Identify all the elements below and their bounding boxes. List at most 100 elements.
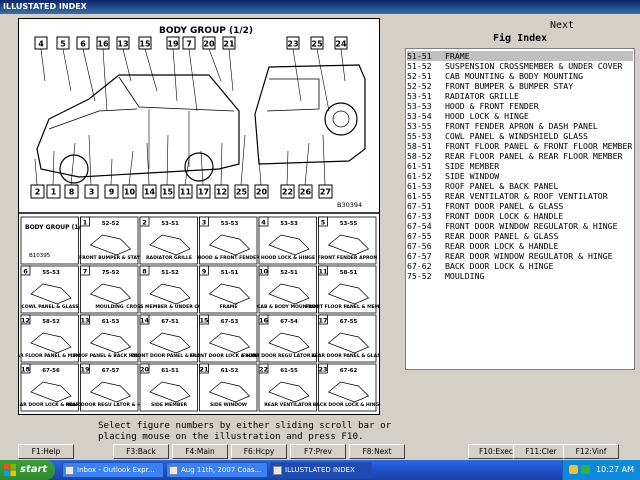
leader-line xyxy=(102,48,108,112)
fig-index-item[interactable]: 67-57 REAR DOOR WINDOW REGULATOR & HINGE xyxy=(407,251,633,261)
next-label[interactable]: Next xyxy=(550,20,574,31)
application-window: ILLUSTATED INDEX BODY GROUP (1/2) 4 5 6 16 13… xyxy=(0,0,640,480)
fig-index-item[interactable]: 61-51 SIDE MEMBER xyxy=(407,161,633,171)
fkey-f3-button[interactable]: F3:Back xyxy=(113,444,169,459)
grid-cell-code: 53-51 xyxy=(161,221,179,227)
tray-shield-icon[interactable] xyxy=(569,465,578,474)
fkey-f7-button[interactable]: F7:Prev xyxy=(290,444,346,459)
fig-index-code: 52-52 xyxy=(407,81,432,91)
instruction-line-1: Select figure numbers by either sliding … xyxy=(98,420,392,431)
fig-index-item[interactable]: 67-55 REAR DOOR PANEL & GLASS xyxy=(407,231,633,241)
fig-index-item[interactable]: 67-53 FRONT DOOR LOCK & HANDLE xyxy=(407,211,633,221)
fig-index-item[interactable]: 53-51 RADIATOR GRILLE xyxy=(407,91,633,101)
callout-number: 1 xyxy=(51,188,57,197)
fig-index-item[interactable]: 67-56 REAR DOOR LOCK & HANDLE xyxy=(407,241,633,251)
grid-cell-code: 53-53 xyxy=(280,221,298,227)
tray-network-icon[interactable] xyxy=(581,465,590,474)
fig-index-item[interactable]: 67-54 FRONT DOOR WINDOW REGULATOR & HINGE xyxy=(407,221,633,231)
leader-line xyxy=(70,142,76,186)
callout-number: 12 xyxy=(216,188,227,197)
grid-cell-label: RADIATOR GRILLE xyxy=(146,255,192,261)
leader-line xyxy=(40,48,46,82)
fig-index-name: RADIATOR GRILLE xyxy=(445,91,519,101)
grid-cell-code: 52-51 xyxy=(280,270,298,276)
fig-index-item[interactable]: 52-51 CAB MOUNTING & BODY MOUNTING xyxy=(407,71,633,81)
fig-index-item[interactable]: 61-53 ROOF PANEL & BACK PANEL xyxy=(407,181,633,191)
grid-cell-number: 16 xyxy=(259,317,269,325)
callout-number: 8 xyxy=(69,188,75,197)
callout-number: 26 xyxy=(300,188,312,197)
fig-index-list[interactable]: 51-51 FRAME 51-52 SUSPENSION CROSSMEMBER & … xyxy=(405,48,635,370)
grid-cell-label: FRONT FLOOR PANEL & MEMBER xyxy=(305,304,380,310)
fkey-f12-button[interactable]: F12:Vinf xyxy=(563,444,619,459)
fig-index-item[interactable]: 55-53 COWL PANEL & WINDSHIELD GLASS xyxy=(407,131,633,141)
grid-cell-number: 18 xyxy=(21,366,31,374)
fig-index-item[interactable]: 61-52 SIDE WINDOW xyxy=(407,171,633,181)
fig-index-item[interactable]: 75-52 MOULDING xyxy=(407,271,633,281)
fig-index-item[interactable]: 52-52 FRONT BUMPER & BUMPER STAY xyxy=(407,81,633,91)
fkey-f6-button[interactable]: F6:Hcpy xyxy=(231,444,287,459)
fkey-f8-button[interactable]: F8:Next xyxy=(349,444,405,459)
fig-index-item[interactable]: 67-51 FRONT DOOR PANEL & GLASS xyxy=(407,201,633,211)
callout-number: 7 xyxy=(186,40,192,49)
fig-index-item[interactable]: 53-53 HOOD & FRONT FENDER xyxy=(407,101,633,111)
fig-index-item[interactable]: 51-52 SUSPENSION CROSSMEMBER & UNDER COVE… xyxy=(407,61,633,71)
start-button[interactable]: start xyxy=(0,460,55,480)
callout-number: 14 xyxy=(144,188,156,197)
fig-index-name: COWL PANEL & WINDSHIELD GLASS xyxy=(445,131,588,141)
start-label: start xyxy=(20,464,48,475)
fig-index-code: 51-52 xyxy=(407,61,432,71)
grid-cell-label: FRONT FENDER APRON xyxy=(318,255,378,261)
grid-cell-number: 7 xyxy=(83,268,88,276)
grid-cell-code: 53-55 xyxy=(340,221,358,227)
fig-index-title: Fig Index xyxy=(493,33,548,44)
leader-line xyxy=(62,48,72,92)
leader-line xyxy=(228,48,234,92)
grid-cell-code: 61-51 xyxy=(161,368,179,374)
grid-cell-code: 61-55 xyxy=(280,368,298,374)
grid-cell-number: 21 xyxy=(199,366,209,374)
fig-index-item[interactable]: 67-62 BACK DOOR LOCK & HINGE xyxy=(407,261,633,271)
grid-cell-number: 19 xyxy=(80,366,90,374)
window-title-bar[interactable]: ILLUSTATED INDEX xyxy=(0,0,640,14)
callout-number: 4 xyxy=(38,40,44,49)
fkey-f4-button[interactable]: F4:Main xyxy=(172,444,228,459)
leader-line xyxy=(286,150,289,186)
taskbar-item-outlook[interactable]: Inbox - Outlook Expr... xyxy=(62,462,164,478)
fkey-f1-button[interactable]: F1:Help xyxy=(18,444,74,459)
fig-index-code: 53-51 xyxy=(407,91,432,101)
fig-index-code: 55-53 xyxy=(407,131,432,141)
leader-line xyxy=(110,158,113,186)
taskbar-item-illustrated-index[interactable]: ILLUSTLATED INDEX xyxy=(270,462,372,478)
fig-index-code: 67-54 xyxy=(407,221,432,231)
grid-cell-code: 51-52 xyxy=(161,270,179,276)
grid-cell-code: 67-54 xyxy=(280,319,298,325)
leader-line xyxy=(122,48,132,82)
grid-cell-code: 67-56 xyxy=(42,368,60,374)
fig-index-item[interactable]: 58-51 FRONT FLOOR PANEL & FRONT FLOOR MEM… xyxy=(407,141,633,151)
fig-index-item[interactable]: 53-55 FRONT FENDER APRON & DASH PANEL xyxy=(407,121,633,131)
fig-index-item[interactable]: 51-51 FRAME xyxy=(407,51,633,61)
illustration-panel[interactable]: BODY GROUP (1/2) 4 5 6 16 13 15 19 7 20 21 23 25 24 2 1… xyxy=(18,18,380,415)
grid-cell-code: 55-53 xyxy=(42,270,60,276)
fig-index-name: FRONT FENDER APRON & DASH PANEL xyxy=(445,121,598,131)
fkey-f11-button[interactable]: F11:Cler xyxy=(513,444,569,459)
spare-tire-hub xyxy=(332,110,350,128)
fig-index-item[interactable]: 61-55 REAR VENTILATOR & ROOF VENTILATOR xyxy=(407,191,633,201)
grid-header-title: BODY GROUP (1/2) xyxy=(25,224,88,231)
taskbar-item-document[interactable]: Aug 11th, 2007 Coas... xyxy=(166,462,268,478)
fig-index-item[interactable]: 58-52 REAR FLOOR PANEL & REAR FLOOR MEMBE… xyxy=(407,151,633,161)
callout-number: 10 xyxy=(124,188,136,197)
grid-cell-code: 51-51 xyxy=(221,270,239,276)
illustration-drawing[interactable]: BODY GROUP (1/2)4 5 6 16 13 15 19 7 20 21 23 25 242 1… xyxy=(19,19,380,415)
callout-number: 20 xyxy=(203,40,215,49)
grid-cell-number: 6 xyxy=(23,268,28,276)
fig-index-item[interactable]: 53-54 HOOD LOCK & HINGE xyxy=(407,111,633,121)
vehicle-body-front-view xyxy=(36,74,240,178)
leader-line xyxy=(304,142,310,186)
fig-index-code: 61-55 xyxy=(407,191,432,201)
leader-line xyxy=(52,150,55,186)
windows-logo-icon xyxy=(4,464,16,476)
clock[interactable]: 10:27 AM xyxy=(596,460,634,480)
grid-cell-number: 23 xyxy=(318,366,327,374)
